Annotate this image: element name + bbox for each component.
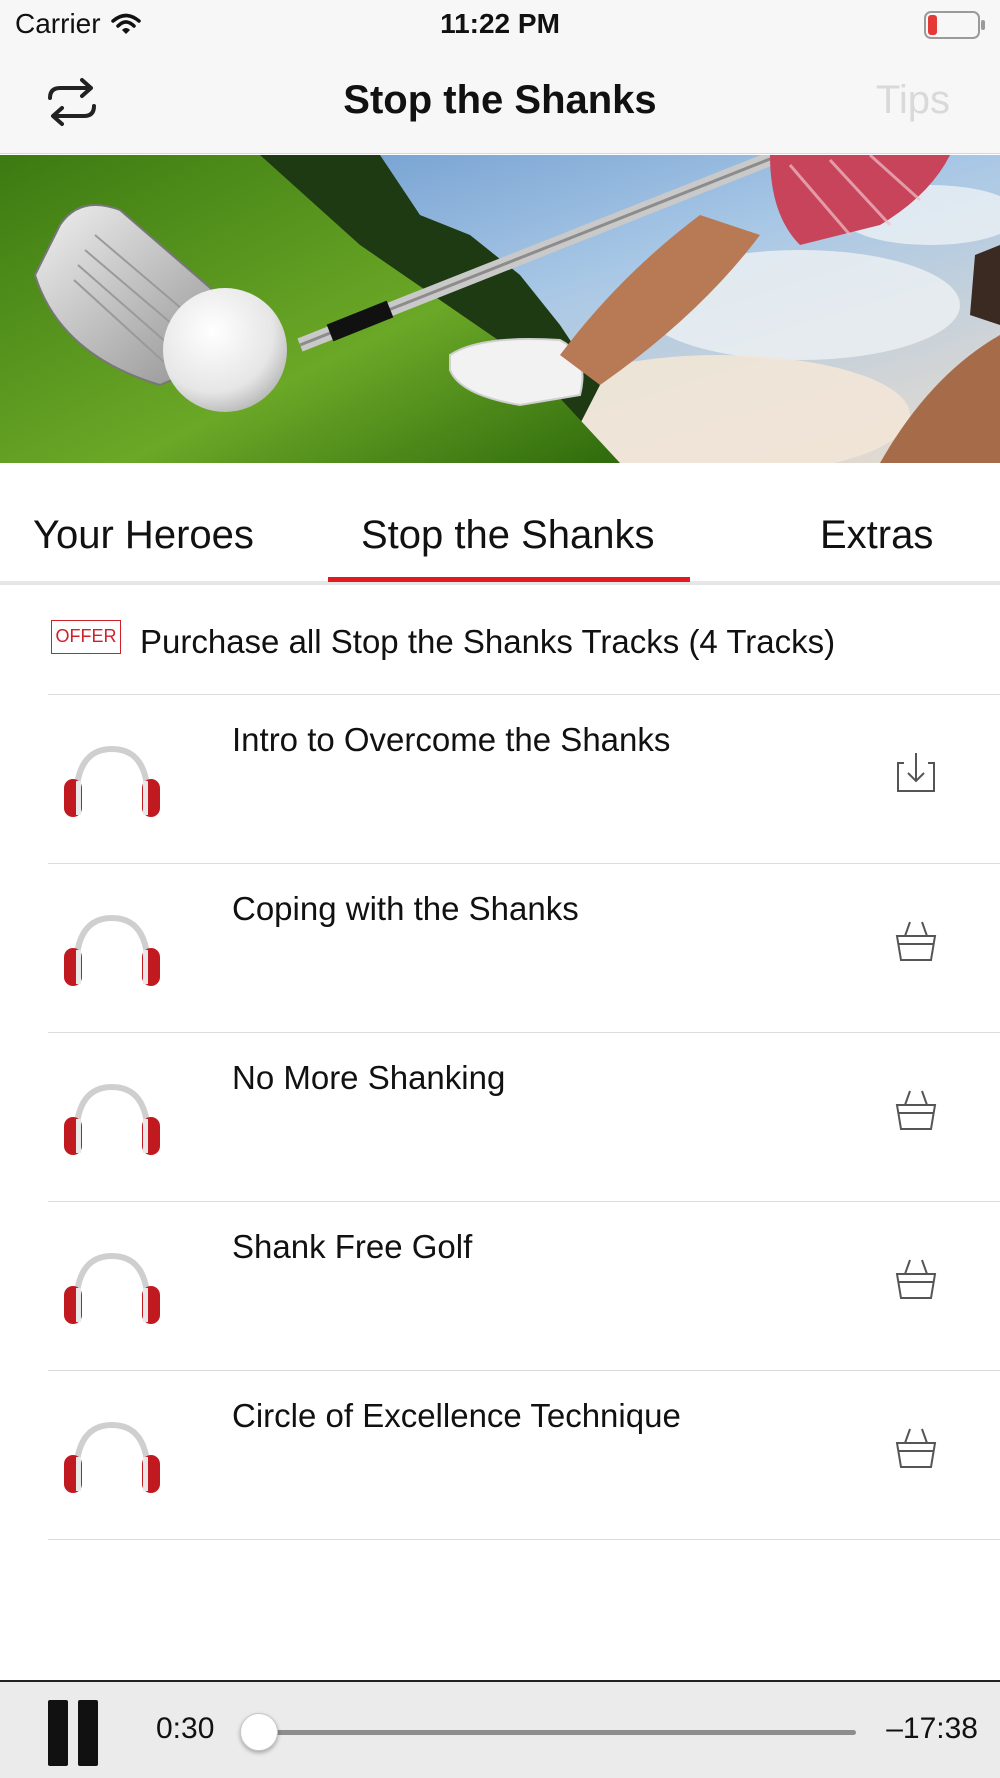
offer-badge: OFFER	[51, 620, 121, 654]
elapsed-time: 0:30	[156, 1712, 215, 1745]
headphones-icon	[62, 1081, 162, 1157]
navigation-bar: Stop the Shanks Tips	[0, 50, 1000, 154]
track-title: Coping with the Shanks	[232, 890, 579, 927]
segment-tabs: Your Heroes Stop the Shanks Extras	[0, 463, 1000, 585]
track-row[interactable]: Circle of Excellence Technique	[48, 1371, 1000, 1540]
offer-text: Purchase all Stop the Shanks Tracks (4 T…	[140, 623, 836, 660]
purchase-all-offer[interactable]: OFFER Purchase all Stop the Shanks Track…	[48, 585, 1000, 695]
playback-slider-thumb[interactable]	[240, 1713, 278, 1751]
repeat-arrows-icon[interactable]	[44, 76, 100, 128]
golf-photo	[0, 155, 1000, 463]
tips-button[interactable]: Tips	[876, 78, 950, 123]
track-title: Intro to Overcome the Shanks	[232, 721, 671, 758]
battery-icon	[924, 11, 985, 39]
basket-icon[interactable]	[894, 1425, 938, 1471]
track-title: Circle of Excellence Technique	[232, 1397, 681, 1434]
tab-extras[interactable]: Extras	[820, 513, 933, 558]
headphones-icon	[62, 912, 162, 988]
track-row[interactable]: No More Shanking	[48, 1033, 1000, 1202]
pause-icon-left-bar	[48, 1700, 68, 1766]
status-time: 11:22 PM	[440, 8, 560, 39]
audio-player-bar: 0:30 –17:38	[0, 1680, 1000, 1778]
tab-stop-the-shanks[interactable]: Stop the Shanks	[361, 513, 655, 558]
tab-your-heroes[interactable]: Your Heroes	[33, 513, 254, 558]
status-bar: Carrier 11:22 PM	[0, 0, 1000, 50]
basket-icon[interactable]	[894, 1087, 938, 1133]
page-title: Stop the Shanks	[343, 78, 657, 122]
download-icon[interactable]	[894, 749, 938, 795]
track-row[interactable]: Coping with the Shanks	[48, 864, 1000, 1033]
headphones-icon	[62, 1419, 162, 1495]
track-title: No More Shanking	[232, 1059, 506, 1096]
pause-button[interactable]	[48, 1700, 100, 1766]
track-row[interactable]: Shank Free Golf	[48, 1202, 1000, 1371]
track-row[interactable]: Intro to Overcome the Shanks	[48, 695, 1000, 864]
remaining-time: –17:38	[886, 1712, 978, 1745]
pause-icon-right-bar	[78, 1700, 98, 1766]
basket-icon[interactable]	[894, 1256, 938, 1302]
headphones-icon	[62, 1250, 162, 1326]
basket-icon[interactable]	[894, 918, 938, 964]
playback-slider[interactable]	[240, 1713, 856, 1751]
selected-tab-indicator	[328, 577, 690, 582]
headphones-icon	[62, 743, 162, 819]
track-title: Shank Free Golf	[232, 1228, 473, 1265]
